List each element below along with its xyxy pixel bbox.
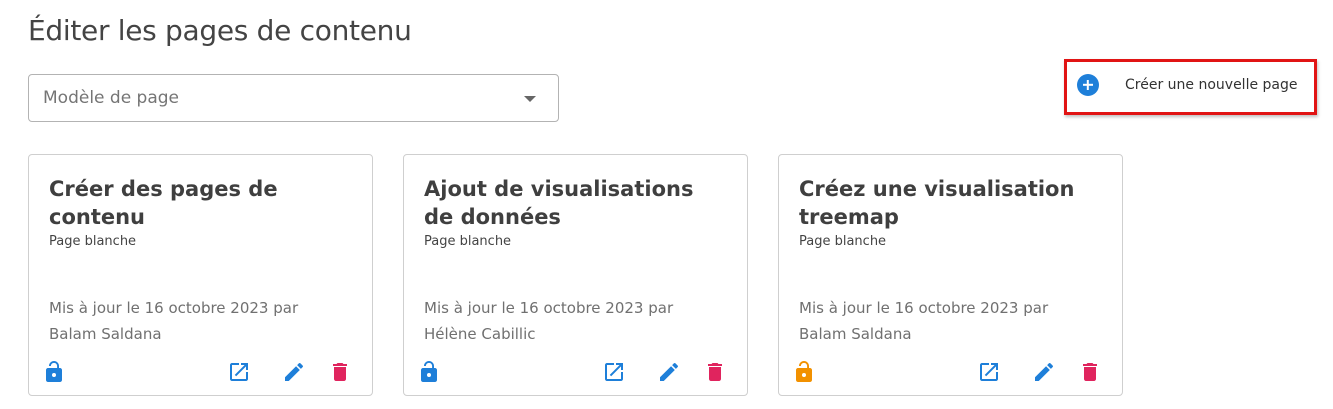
page-title: Éditer les pages de contenu [28,14,412,47]
card-title[interactable]: Ajout de visualisations de données [424,175,724,231]
create-page-label: Créer une nouvelle page [1125,77,1298,93]
content-page-card[interactable]: Créez une visualisation treemap Page bla… [778,154,1123,396]
plus-circle-icon [1077,74,1099,96]
unlocked-icon[interactable] [417,360,441,384]
card-author: Balam Saldana [49,325,162,343]
unlocked-icon[interactable] [42,360,66,384]
pencil-icon[interactable] [1032,360,1056,384]
create-page-highlight: Créer une nouvelle page [1064,59,1317,115]
card-title[interactable]: Créez une visualisation treemap [799,175,1099,231]
card-actions [29,360,372,386]
card-author: Balam Saldana [799,325,912,343]
card-template: Page blanche [424,234,512,249]
card-updated: Mis à jour le 16 octobre 2023 par Balam … [49,295,349,347]
card-actions [779,360,1122,386]
card-title[interactable]: Créer des pages de contenu [49,175,349,231]
card-updated-text: Mis à jour le 16 octobre 2023 par [49,299,299,317]
card-updated: Mis à jour le 16 octobre 2023 par Hélène… [424,295,724,347]
open-in-new-icon[interactable] [227,360,251,384]
pencil-icon[interactable] [282,360,306,384]
open-in-new-icon[interactable] [602,360,626,384]
card-updated: Mis à jour le 16 octobre 2023 par Balam … [799,295,1099,347]
page-template-select[interactable]: Modèle de page [28,74,559,122]
chevron-down-icon[interactable] [524,96,536,102]
card-template: Page blanche [49,234,137,249]
card-template: Page blanche [799,234,887,249]
create-page-button[interactable]: Créer une nouvelle page [1077,74,1297,96]
trash-icon[interactable] [328,360,352,384]
card-actions [404,360,747,386]
trash-icon[interactable] [703,360,727,384]
card-updated-text: Mis à jour le 16 octobre 2023 par [424,299,674,317]
select-placeholder: Modèle de page [43,88,180,108]
open-in-new-icon[interactable] [977,360,1001,384]
pencil-icon[interactable] [657,360,681,384]
trash-icon[interactable] [1078,360,1102,384]
card-author: Hélène Cabillic [424,325,536,343]
content-page-card[interactable]: Ajout de visualisations de données Page … [403,154,748,396]
content-page-card[interactable]: Créer des pages de contenu Page blanche … [28,154,373,396]
card-updated-text: Mis à jour le 16 octobre 2023 par [799,299,1049,317]
unlocked-icon[interactable] [792,360,816,384]
